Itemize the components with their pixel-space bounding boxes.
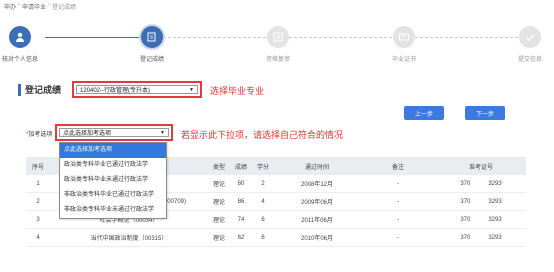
step-label: 资格复审 — [265, 57, 290, 63]
title-accent-bar — [18, 83, 21, 96]
row-index: 3 — [36, 216, 40, 223]
row-type: 理论 — [212, 218, 225, 224]
row-index: 4 — [36, 234, 40, 241]
dropdown-option[interactable]: 政治类专科毕业已通过行政法学 — [60, 158, 166, 173]
breadcrumb: 申办 › 申请毕业 › 登记成绩 — [4, 2, 76, 11]
dropdown-option[interactable]: 点此选择加考选项 — [60, 143, 166, 158]
row-score: 86 — [237, 198, 245, 205]
edit-icon — [141, 26, 163, 48]
user-icon — [9, 26, 31, 48]
dropdown-option[interactable]: 非政治类专科毕业已通过行政法学 — [60, 188, 166, 203]
row-pass-time: 2011年06月 — [301, 218, 333, 224]
exam-number-part: 3293 — [488, 198, 502, 205]
next-step-button[interactable]: 下一步 — [465, 106, 505, 120]
row-index: 1 — [36, 180, 40, 187]
row-credit: 4 — [261, 198, 265, 205]
chevron-down-icon: ▼ — [160, 129, 165, 136]
row-pass-time: 2010年06月 — [300, 236, 334, 242]
row-credit: 6 — [261, 216, 265, 223]
row-exam-number: 370 3293 — [436, 181, 526, 187]
row-score: 80 — [237, 180, 245, 187]
exam-option-select[interactable]: 点此选择加考选项 ▼ — [59, 128, 169, 137]
header-credit: 学分 — [256, 164, 269, 171]
exam-number-part: 370 — [460, 234, 471, 241]
step-label: 毕业证书 — [391, 57, 416, 63]
exam-number-part: 3293 — [488, 180, 502, 187]
row-exam-number: 370 3293 — [436, 235, 526, 241]
step-submit: 提交信息 — [500, 26, 554, 63]
step-label: 提交信息 — [517, 57, 542, 63]
breadcrumb-item-current: 登记成绩 — [52, 5, 77, 11]
header-exam-number: 准考证号 — [468, 164, 493, 171]
header-score: 成绩 — [234, 164, 247, 171]
row-credit: 2 — [261, 180, 265, 187]
row-score: 74 — [237, 216, 245, 223]
chevron-down-icon: ▼ — [189, 86, 194, 93]
breadcrumb-item-graduation[interactable]: 申请毕业 — [22, 2, 46, 11]
exam-number-part: 370 — [460, 198, 471, 205]
step-label: 登记成绩 — [139, 57, 164, 63]
page-title: 登记成绩 — [25, 85, 62, 95]
row-exam-number: 370 3293 — [436, 199, 526, 205]
step-label: 核对个人信息 — [1, 57, 38, 63]
header-pass-time: 通过时间 — [304, 164, 329, 171]
step-verify-info: 核对个人信息 — [0, 26, 50, 63]
row-index: 2 — [36, 198, 40, 205]
exam-number-part: 3293 — [488, 234, 502, 241]
row-note: - — [397, 198, 399, 205]
header-type: 类型 — [212, 164, 225, 171]
header-index: 序号 — [31, 164, 44, 171]
breadcrumb-separator: › — [48, 2, 51, 8]
row-credit: 6 — [261, 234, 265, 241]
row-note: - — [397, 234, 399, 241]
certificate-icon — [393, 26, 415, 48]
exam-option-select-value: 点此选择加考选项 — [63, 131, 112, 137]
dropdown-option[interactable]: 非政治类专科毕业未通过行政法学 — [60, 203, 166, 218]
annotation-exam-option: 若显示此下拉项，请选择自己符合的情况 — [181, 131, 344, 141]
dropdown-option[interactable]: 政治类专科毕业未通过行政法学 — [60, 173, 166, 188]
breadcrumb-separator: › — [18, 2, 21, 8]
prev-step-button[interactable]: 上一步 — [404, 106, 444, 120]
row-type: 理论 — [212, 200, 225, 206]
row-score: 62 — [237, 234, 245, 241]
row-course: 当代中国政治制度（00315） — [90, 236, 168, 242]
exam-number-part: 3293 — [488, 216, 502, 223]
exam-number-part: 370 — [460, 180, 471, 187]
header-note: 备注 — [391, 164, 404, 171]
page-title-row: 登记成绩 — [18, 83, 61, 96]
annotation-select-major: 选择毕业专业 — [210, 87, 265, 97]
review-icon — [267, 26, 289, 48]
major-select-highlight: 120402--行政管理(专升本) ▼ — [72, 81, 202, 98]
major-select-value: 120402--行政管理(专升本) — [80, 88, 151, 94]
exam-option-select-highlight: 点此选择加考选项 ▼ — [55, 124, 173, 141]
major-select[interactable]: 120402--行政管理(专升本) ▼ — [76, 85, 198, 94]
exam-number-part: 370 — [460, 216, 471, 223]
row-pass-time: 2008年12月 — [300, 182, 334, 188]
exam-option-label: *加考选项 — [26, 129, 52, 138]
exam-option-dropdown: 点此选择加考选项 政治类专科毕业已通过行政法学 政治类专科毕业未通过行政法学 非… — [59, 142, 167, 219]
exam-option-label-text: 加考选项 — [28, 132, 53, 138]
step-certificate: 毕业证书 — [374, 26, 434, 63]
breadcrumb-item-apply[interactable]: 申办 — [4, 2, 16, 11]
step-register-scores: 登记成绩 — [122, 26, 182, 63]
row-type: 理论 — [212, 236, 225, 242]
progress-steps: 核对个人信息 登记成绩 资格复审 毕业证书 提交信息 — [0, 26, 554, 76]
row-note: - — [397, 180, 399, 187]
row-pass-time: 2009年06月 — [300, 200, 334, 206]
row-type: 理论 — [212, 182, 225, 188]
row-note: - — [397, 216, 399, 223]
check-icon — [519, 26, 541, 48]
step-review: 资格复审 — [248, 26, 308, 63]
row-exam-number: 370 3293 — [436, 217, 526, 223]
table-row: 4 当代中国政治制度（00315） 理论 62 6 2010年06月 - 370… — [26, 229, 526, 247]
